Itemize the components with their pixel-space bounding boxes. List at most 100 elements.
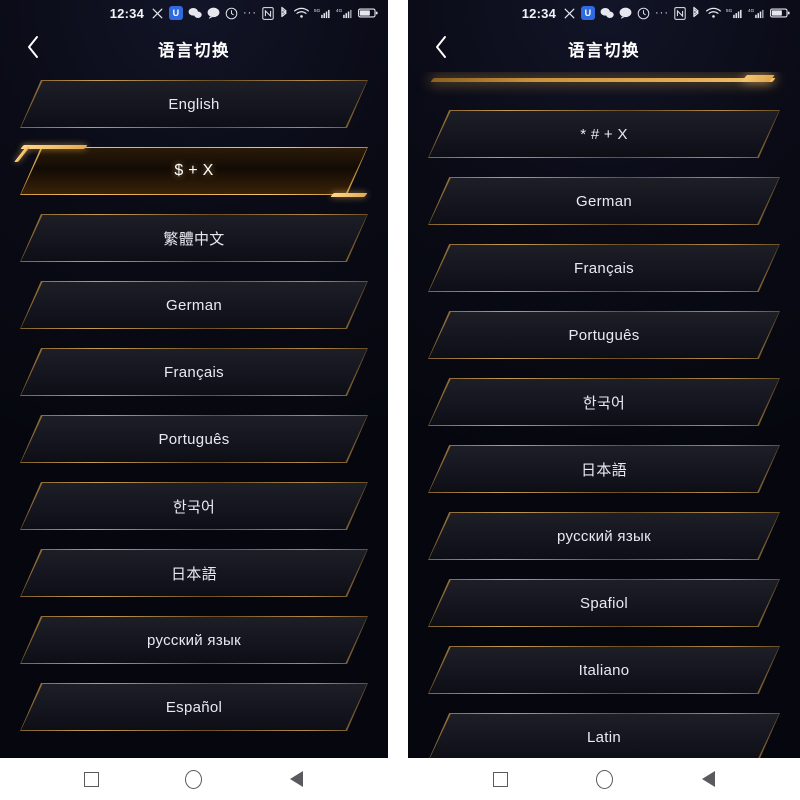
back-triangle-icon[interactable] — [695, 766, 721, 792]
language-label: Français — [574, 259, 634, 277]
alarm-icon — [637, 6, 650, 20]
language-button[interactable]: English — [20, 80, 368, 128]
message-bubble-icon — [207, 6, 220, 20]
android-nav-bar-right — [408, 758, 800, 800]
back-chevron-icon — [26, 35, 40, 64]
language-label: 繁體中文 — [163, 230, 225, 248]
language-list-right[interactable]: * # + X German Français Português 한국어 日本語 русс… — [408, 72, 800, 758]
language-label: 한국어 — [172, 498, 216, 516]
signal-4g-icon: 4G — [336, 6, 353, 20]
language-button[interactable]: русский язык — [20, 616, 368, 664]
language-option-3[interactable]: 繁體中文 — [20, 214, 368, 262]
language-button[interactable]: Español — [20, 683, 368, 731]
language-button[interactable]: 日本語 — [20, 549, 368, 597]
language-label: Português — [568, 326, 640, 344]
language-label: 한국어 — [582, 394, 626, 412]
language-label: * # + X — [580, 125, 628, 143]
shield-badge-icon: U — [169, 6, 183, 20]
language-option-8[interactable]: Spafiol — [428, 579, 780, 627]
language-label: Spafiol — [580, 594, 628, 612]
language-button[interactable]: Português — [428, 311, 780, 359]
recents-square-icon[interactable] — [487, 766, 513, 792]
wechat-icon — [188, 6, 202, 20]
language-option-10[interactable]: Latin — [428, 713, 780, 758]
page-title: 语言切换 — [158, 42, 230, 60]
header-right: 语言切换 — [408, 26, 800, 72]
language-label: German — [576, 192, 632, 210]
partial-selected-item-top[interactable] — [428, 72, 780, 90]
language-list-left[interactable]: English $ + X 繁體中文 German Français Português 한… — [0, 72, 388, 758]
phone-screen-left: 12:34 U ··· 5G 4G 语言切换 English $ + X 繁體中… — [0, 0, 388, 800]
language-option-6[interactable]: Português — [20, 415, 368, 463]
language-label: 日本語 — [171, 565, 217, 583]
language-button[interactable]: German — [428, 177, 780, 225]
svg-text:4G: 4G — [336, 8, 343, 13]
language-option-10[interactable]: Español — [20, 683, 368, 731]
language-button[interactable]: 한국어 — [20, 482, 368, 530]
language-button[interactable]: German — [20, 281, 368, 329]
language-option-7[interactable]: русский язык — [428, 512, 780, 560]
language-label: Français — [164, 363, 224, 381]
language-option-4[interactable]: German — [20, 281, 368, 329]
language-option-8[interactable]: 日本語 — [20, 549, 368, 597]
language-option-3[interactable]: Français — [428, 244, 780, 292]
page-title: 语言切换 — [568, 42, 640, 60]
language-button[interactable]: Spafiol — [428, 579, 780, 627]
status-time: 12:34 — [109, 5, 144, 21]
status-time: 12:34 — [521, 5, 556, 21]
language-label: German — [166, 296, 222, 314]
status-bar-right: 12:34 U ··· 5G 4G — [408, 0, 800, 26]
language-button[interactable]: русский язык — [428, 512, 780, 560]
wifi-icon — [706, 6, 721, 20]
more-dots-icon: ··· — [243, 7, 257, 19]
language-label: 日本語 — [581, 461, 627, 479]
selected-item-bottom-edge — [430, 78, 776, 82]
silent-mode-icon — [151, 6, 164, 20]
language-button[interactable]: 繁體中文 — [20, 214, 368, 262]
android-nav-bar-left — [0, 758, 388, 800]
language-button[interactable]: 日本語 — [428, 445, 780, 493]
language-option-9[interactable]: Italiano — [428, 646, 780, 694]
language-button[interactable]: Français — [428, 244, 780, 292]
language-option-1[interactable]: * # + X — [428, 110, 780, 158]
language-label: Español — [165, 698, 223, 716]
language-option-7[interactable]: 한국어 — [20, 482, 368, 530]
language-button[interactable]: 한국어 — [428, 378, 780, 426]
language-button[interactable]: Français — [20, 348, 368, 396]
language-option-4[interactable]: Português — [428, 311, 780, 359]
language-option-2[interactable]: $ + X — [14, 145, 368, 197]
language-option-5[interactable]: 한국어 — [428, 378, 780, 426]
svg-text:5G: 5G — [314, 8, 321, 13]
nfc-icon — [674, 6, 686, 20]
svg-text:4G: 4G — [748, 8, 755, 13]
language-option-1[interactable]: English — [20, 80, 368, 128]
status-bar-left: 12:34 U ··· 5G 4G — [0, 0, 388, 26]
language-button[interactable]: Latin — [428, 713, 780, 758]
language-label: Português — [158, 430, 230, 448]
signal-5g-icon: 5G — [314, 6, 331, 20]
language-button[interactable]: Italiano — [428, 646, 780, 694]
back-button[interactable] — [424, 32, 458, 66]
language-label: русский язык — [147, 631, 241, 649]
recents-square-icon[interactable] — [78, 766, 104, 792]
home-circle-icon[interactable] — [591, 766, 617, 792]
language-option-2[interactable]: German — [428, 177, 780, 225]
selected-accent-tl2 — [14, 147, 30, 162]
language-button[interactable]: * # + X — [428, 110, 780, 158]
back-button[interactable] — [16, 32, 50, 66]
back-triangle-icon[interactable] — [284, 766, 310, 792]
home-circle-icon[interactable] — [181, 766, 207, 792]
language-button[interactable]: Português — [20, 415, 368, 463]
language-label: Latin — [586, 728, 622, 746]
language-button[interactable]: $ + X — [20, 147, 368, 195]
language-label: русский язык — [557, 527, 651, 545]
svg-text:5G: 5G — [726, 8, 733, 13]
wifi-icon — [294, 6, 309, 20]
phone-screen-right: 12:34 U ··· 5G 4G 语言切换 * # + X German Fr… — [408, 0, 800, 800]
language-option-5[interactable]: Français — [20, 348, 368, 396]
message-bubble-icon — [619, 6, 632, 20]
wechat-icon — [600, 6, 614, 20]
language-label: $ + X — [174, 162, 214, 179]
language-option-9[interactable]: русский язык — [20, 616, 368, 664]
language-option-6[interactable]: 日本語 — [428, 445, 780, 493]
